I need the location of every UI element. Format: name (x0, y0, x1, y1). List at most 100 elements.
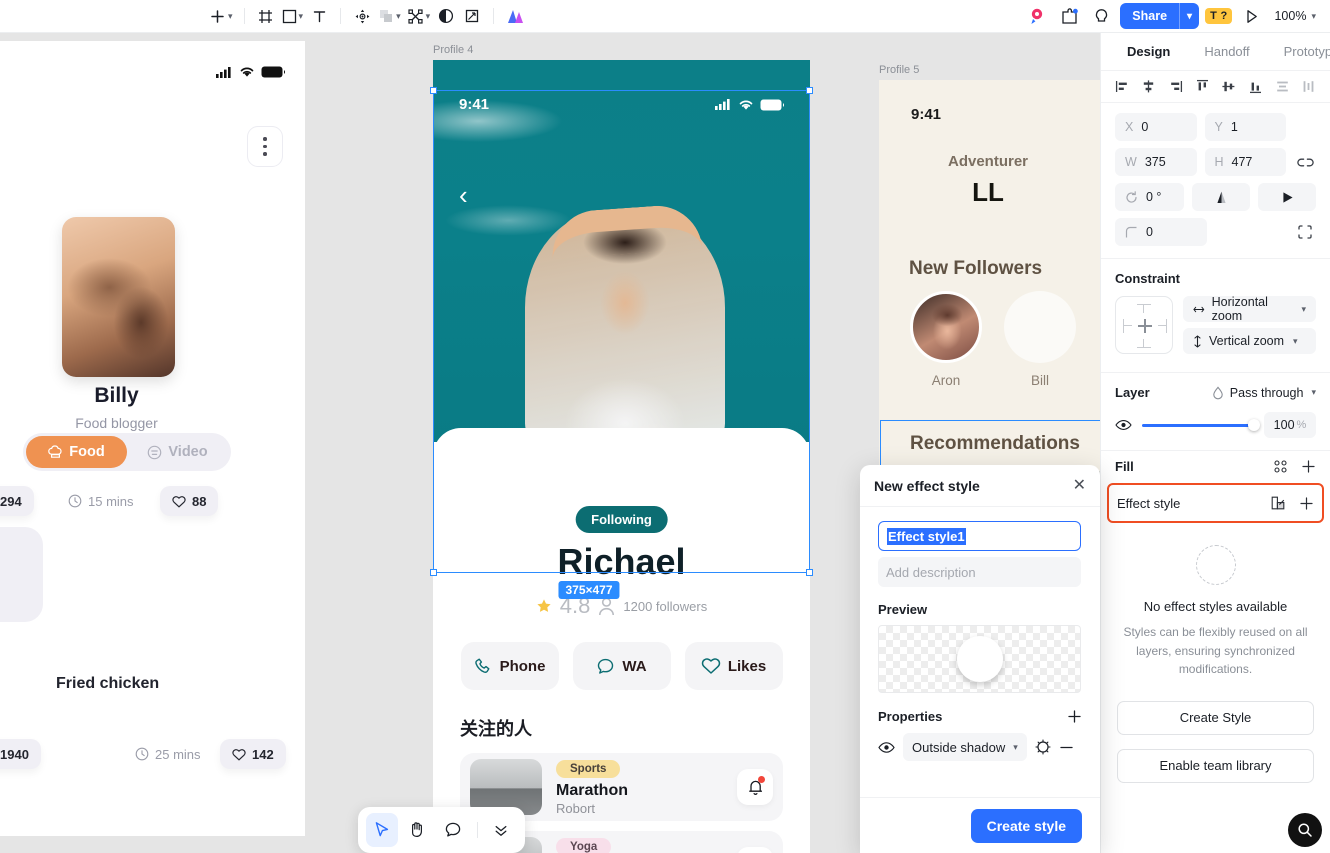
zoom-control[interactable]: 100% ▾ (1270, 9, 1320, 23)
cursor-icon[interactable] (366, 813, 398, 847)
horizontal-constraint-select[interactable]: Horizontal zoom ▾ (1183, 295, 1316, 323)
idea-icon[interactable] (1088, 3, 1114, 29)
eye-icon[interactable] (878, 741, 895, 754)
add-icon[interactable]: ▾ (206, 3, 236, 29)
profile-kicker: Adventurer (947, 153, 1029, 170)
list-item-tag: Yoga (556, 837, 612, 853)
chevron-double-down-icon[interactable] (485, 813, 517, 847)
frame-label-profile-5[interactable]: Profile 5 (879, 64, 919, 76)
create-style-button[interactable]: Create Style (1117, 700, 1314, 735)
segment-food[interactable]: Food (26, 436, 127, 468)
more-options-button[interactable] (247, 126, 283, 167)
blend-mode-select[interactable]: Pass through ▾ (1212, 386, 1316, 400)
likes-button[interactable]: Likes (684, 642, 783, 690)
style-name-input[interactable]: Effect style1 (878, 521, 1081, 551)
rectangle-icon[interactable]: ▾ (279, 3, 307, 29)
align-right-icon[interactable] (1166, 78, 1184, 96)
plus-icon[interactable] (1299, 496, 1314, 511)
shadow-type-value: Outside shadow (912, 739, 1006, 755)
segmented-control[interactable]: Food Video (23, 433, 231, 471)
ai-icon[interactable] (502, 3, 528, 29)
frame-profile-left[interactable]: Billy Food blogger Food Video 294 15 min… (0, 41, 305, 836)
x-label: X (1125, 120, 1134, 134)
search-icon[interactable] (1288, 813, 1322, 847)
independent-corners-icon[interactable] (1294, 221, 1316, 243)
chevron-left-icon[interactable]: ‹ (459, 182, 468, 208)
right-panel: Design Handoff Prototype X 0 Y 1 (1100, 33, 1330, 853)
flip-horizontal-icon[interactable] (1258, 183, 1316, 211)
status-time: 9:41 (911, 106, 942, 123)
align-horizontal-center-icon[interactable] (1140, 78, 1158, 96)
avatar[interactable] (910, 291, 982, 363)
frame-profile-4[interactable]: 9:41 ‹ Following Richael 4.8 1200 follow… (433, 60, 810, 853)
create-style-button[interactable]: Create style (970, 808, 1082, 843)
comment-icon[interactable] (437, 813, 469, 847)
pixso-logo-icon[interactable] (1024, 3, 1050, 29)
preview-area (878, 625, 1081, 693)
following-badge[interactable]: Following (575, 506, 668, 533)
vector-icon[interactable]: ▾ (404, 3, 434, 29)
chevron-down-icon[interactable]: ▾ (1180, 11, 1199, 22)
corner-radius-field[interactable]: 0 (1115, 218, 1207, 246)
style-library-icon[interactable] (1270, 495, 1286, 511)
frame-label-profile-4[interactable]: Profile 4 (433, 44, 473, 56)
share-label: Share (1132, 9, 1168, 23)
tab-handoff[interactable]: Handoff (1204, 44, 1249, 59)
width-field[interactable]: W 375 (1115, 148, 1197, 176)
effect-settings-icon[interactable] (1035, 739, 1051, 755)
minus-icon[interactable] (1059, 740, 1074, 755)
wa-button[interactable]: WA (572, 642, 671, 690)
height-field[interactable]: H 477 (1204, 148, 1286, 176)
likes-chip: 294 (0, 486, 34, 516)
segment-video[interactable]: Video (127, 436, 228, 468)
slice-icon[interactable] (459, 3, 485, 29)
x-field[interactable]: X 0 (1115, 113, 1197, 141)
align-vertical-center-icon[interactable] (1220, 78, 1238, 96)
opacity-slider[interactable] (1142, 419, 1260, 431)
play-icon[interactable] (1238, 3, 1264, 29)
distribute-vertical-icon[interactable] (1273, 78, 1291, 96)
style-grid-icon[interactable] (1273, 459, 1288, 474)
segment-label: Food (69, 444, 105, 460)
align-left-icon[interactable] (1113, 78, 1131, 96)
style-description-input[interactable]: Add description (878, 557, 1081, 587)
plus-icon[interactable] (1067, 709, 1082, 724)
avatar[interactable] (1004, 291, 1076, 363)
share-button[interactable]: Share ▾ (1120, 3, 1200, 29)
flip-vertical-icon[interactable] (1192, 183, 1250, 211)
vertical-constraint-select[interactable]: Vertical zoom ▾ (1183, 328, 1316, 354)
close-icon[interactable]: ✕ (1073, 477, 1086, 494)
slider-knob[interactable] (1248, 419, 1260, 431)
constraint-diagram[interactable] (1115, 296, 1173, 354)
w-value: 375 (1144, 155, 1166, 169)
enable-team-library-button[interactable]: Enable team library (1117, 748, 1314, 783)
boolean-icon[interactable]: ▾ (375, 3, 404, 29)
corner-radius-value: 0 (1146, 225, 1153, 239)
y-field[interactable]: Y 1 (1204, 113, 1286, 141)
move-icon[interactable] (349, 3, 375, 29)
distribute-horizontal-icon[interactable] (1300, 78, 1318, 96)
text-badge[interactable]: T ? (1205, 8, 1233, 24)
rotation-field[interactable]: 0 ° (1115, 183, 1184, 211)
hand-icon[interactable] (402, 813, 434, 847)
tab-design[interactable]: Design (1127, 44, 1170, 59)
tab-prototype[interactable]: Prototype (1284, 44, 1330, 59)
notification-bell-button[interactable] (737, 847, 773, 853)
plus-icon[interactable] (1301, 459, 1316, 474)
mask-icon[interactable] (433, 3, 459, 29)
horizontal-arrows-icon (1193, 306, 1205, 312)
eye-icon[interactable] (1115, 419, 1132, 431)
phone-button[interactable]: Phone (460, 642, 559, 690)
new-effect-style-dialog[interactable]: New effect style ✕ Effect style1 Add des… (860, 465, 1100, 853)
link-icon[interactable] (1294, 151, 1316, 173)
text-icon[interactable] (306, 3, 332, 29)
notification-bell-button[interactable] (737, 769, 773, 805)
align-top-icon[interactable] (1193, 78, 1211, 96)
shadow-type-select[interactable]: Outside shadow ▾ (903, 733, 1027, 761)
align-bottom-icon[interactable] (1247, 78, 1265, 96)
status-time: 9:41 (459, 96, 490, 113)
frame-icon[interactable] (253, 3, 279, 29)
plugin-icon[interactable] (1056, 3, 1082, 29)
clock-icon (135, 747, 149, 761)
opacity-value-field[interactable]: 100 % (1264, 412, 1316, 438)
